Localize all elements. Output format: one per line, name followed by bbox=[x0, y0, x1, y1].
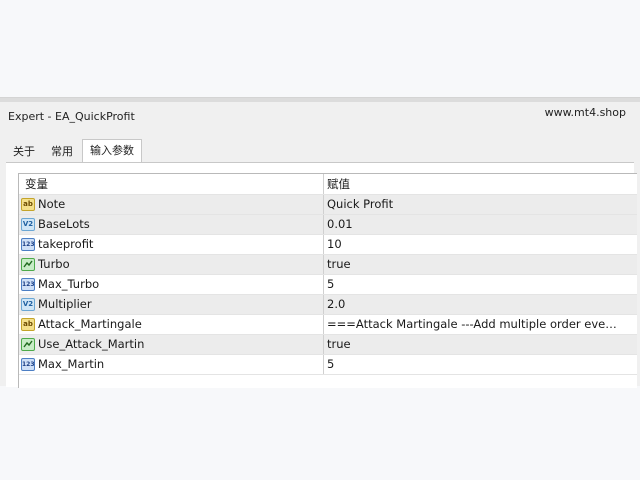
integer-icon: 123 bbox=[21, 358, 35, 371]
parameter-name: Max_Turbo bbox=[38, 277, 100, 291]
column-header-value[interactable]: 赋值 bbox=[324, 174, 637, 194]
double-icon: V2 bbox=[21, 298, 35, 311]
parameter-value[interactable]: 5 bbox=[324, 355, 637, 374]
table-row[interactable]: V2 Multiplier 2.0 bbox=[19, 295, 637, 315]
window-top-border bbox=[0, 98, 640, 102]
parameter-name: Attack_Martingale bbox=[38, 317, 142, 331]
parameter-name: Use_Attack_Martin bbox=[38, 337, 145, 351]
table-row[interactable]: Turbo true bbox=[19, 255, 637, 275]
column-header-variable[interactable]: 变量 bbox=[19, 174, 324, 194]
parameter-value[interactable]: 5 bbox=[324, 275, 637, 294]
table-row[interactable]: Use_Attack_Martin true bbox=[19, 335, 637, 355]
parameter-value[interactable]: true bbox=[324, 255, 637, 274]
parameter-value[interactable]: 10 bbox=[324, 235, 637, 254]
parameter-value[interactable]: ===Attack Martingale ---Add multiple ord… bbox=[324, 315, 637, 334]
tab-about[interactable]: 关于 bbox=[6, 142, 42, 162]
watermark-text: www.mt4.shop bbox=[544, 106, 626, 119]
bool-icon bbox=[21, 258, 35, 271]
integer-icon: 123 bbox=[21, 238, 35, 251]
table-row[interactable]: 123 takeprofit 10 bbox=[19, 235, 637, 255]
tab-panel: 变量 赋值 ab Note Quick Profit V2 BaseLots 0… bbox=[6, 162, 637, 388]
tab-common[interactable]: 常用 bbox=[44, 142, 80, 162]
bool-icon bbox=[21, 338, 35, 351]
parameter-name: Turbo bbox=[38, 257, 70, 271]
expert-properties-window: Expert - EA_QuickProfit www.mt4.shop 关于 … bbox=[0, 97, 640, 388]
parameter-value[interactable]: 0.01 bbox=[324, 215, 637, 234]
string-icon: ab bbox=[21, 198, 35, 211]
table-row[interactable]: 123 Max_Turbo 5 bbox=[19, 275, 637, 295]
parameter-name: Note bbox=[38, 197, 66, 211]
table-row[interactable]: ab Note Quick Profit bbox=[19, 195, 637, 215]
parameter-name: takeprofit bbox=[38, 237, 94, 251]
tab-bar: 关于 常用 输入参数 bbox=[6, 138, 144, 163]
parameters-table: 变量 赋值 ab Note Quick Profit V2 BaseLots 0… bbox=[18, 173, 637, 388]
tab-input-parameters[interactable]: 输入参数 bbox=[82, 139, 142, 163]
table-row[interactable]: V2 BaseLots 0.01 bbox=[19, 215, 637, 235]
table-header: 变量 赋值 bbox=[19, 174, 637, 195]
table-row[interactable]: ab Attack_Martingale ===Attack Martingal… bbox=[19, 315, 637, 335]
parameter-name: Max_Martin bbox=[38, 357, 105, 371]
parameter-value[interactable]: Quick Profit bbox=[324, 195, 637, 214]
parameter-name: BaseLots bbox=[38, 217, 90, 231]
parameter-name: Multiplier bbox=[38, 297, 92, 311]
table-row[interactable]: 123 Max_Martin 5 bbox=[19, 355, 637, 375]
window-title: Expert - EA_QuickProfit bbox=[8, 110, 135, 123]
parameter-value[interactable]: 2.0 bbox=[324, 295, 637, 314]
integer-icon: 123 bbox=[21, 278, 35, 291]
double-icon: V2 bbox=[21, 218, 35, 231]
parameter-value[interactable]: true bbox=[324, 335, 637, 354]
string-icon: ab bbox=[21, 318, 35, 331]
